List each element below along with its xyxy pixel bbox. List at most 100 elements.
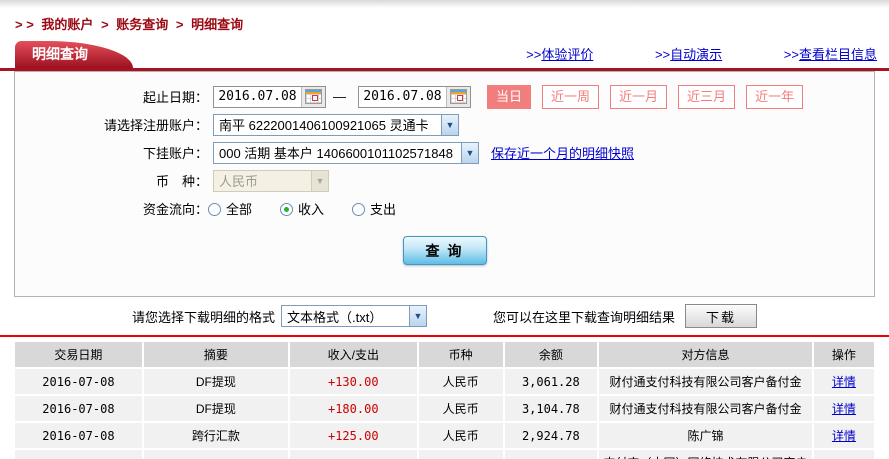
link-prefix: >> (654, 47, 671, 62)
calendar-icon (305, 89, 322, 104)
radio-label: 支出 (370, 202, 397, 217)
cell-balance: 2,924.78 (504, 421, 600, 448)
cell-date: 2016-07-08 (15, 394, 144, 421)
date-range-label: 起止日期： (142, 90, 208, 105)
radio-icon-income-checked[interactable] (280, 203, 294, 216)
link-prefix: >> (783, 47, 799, 62)
cell-currency: 人民币 (418, 421, 505, 448)
quick-button-today[interactable]: 当日 (487, 84, 532, 109)
currency-label: 币 种： (155, 174, 208, 189)
detail-link[interactable]: 详情 (832, 402, 856, 416)
quick-button-last-quarter[interactable]: 近三月 (678, 84, 736, 109)
cell-amount: +125.00 (289, 421, 419, 448)
fund-flow-label: 资金流向： (142, 202, 208, 217)
breadcrumb-item-detail-query[interactable]: 明细查询 (191, 17, 243, 32)
top-links: >>体验评价 >>自动演示 >>查看栏目信息 (468, 44, 877, 63)
detail-link[interactable]: 详情 (832, 429, 856, 443)
registered-account-select[interactable]: 南平 6222001406100921065 灵通卡 ▼ (213, 113, 459, 136)
date-from-calendar-button[interactable] (301, 86, 325, 107)
table-header-row: 交易日期 摘要 收入/支出 币种 余额 对方信息 操作 (15, 342, 874, 367)
tab-detail-query[interactable]: 明细查询 (15, 41, 133, 68)
link-label: 自动演示 (670, 47, 723, 62)
cell-date: 2016-07-08 (15, 448, 144, 459)
currency-row: 币 种： 人民币 ▼ (15, 169, 874, 192)
cell-summary: DF提现 (143, 367, 290, 394)
col-header-currency: 币种 (418, 342, 505, 367)
breadcrumb-separator: > (101, 17, 109, 32)
date-to-group: 2016.07.08 (358, 85, 471, 108)
table-row: 2016-07-08 陈广锦支付宝 +1,235.00 人民币 2,799.78… (15, 448, 874, 459)
cell-summary: 陈广锦支付宝 (143, 448, 290, 459)
registered-account-row: 请选择注册账户： 南平 6222001406100921065 灵通卡 ▼ (15, 113, 874, 136)
radio-option-expense[interactable]: 支出 (352, 199, 396, 218)
breadcrumb-item-account-query[interactable]: 账务查询 (116, 17, 168, 32)
date-range-row: 起止日期： 2016.07.08 — 2016.07.08 当日 近一周 近一月… (15, 84, 874, 109)
cell-date: 2016-07-08 (15, 421, 144, 448)
cell-counterparty: 财付通支付科技有限公司客户备付金 (599, 367, 814, 394)
radio-option-all[interactable]: 全部 (208, 199, 252, 218)
table-row: 2016-07-08 DF提现 +180.00 人民币 3,104.78 财付通… (15, 394, 874, 421)
currency-select-disabled: 人民币 ▼ (213, 169, 329, 192)
currency-value: 人民币 (219, 174, 259, 189)
link-auto-demo[interactable]: >>自动演示 (655, 47, 722, 62)
download-result-label: 您可以在这里下载查询明细结果 (493, 309, 676, 325)
download-button[interactable]: 下载 (685, 304, 758, 328)
top-fade-strip (0, 0, 889, 8)
cell-amount: +130.00 (289, 367, 419, 394)
chevron-down-icon: ▼ (409, 306, 426, 326)
date-to-calendar-button[interactable] (446, 86, 470, 107)
registered-account-value: 南平 6222001406100921065 灵通卡 (219, 118, 429, 133)
radio-option-income[interactable]: 收入 (280, 199, 324, 218)
chevron-down-icon: ▼ (441, 114, 458, 135)
date-from-input[interactable]: 2016.07.08 (214, 89, 301, 104)
table-row: 2016-07-08 跨行汇款 +125.00 人民币 2,924.78 陈广锦… (15, 421, 874, 448)
cell-currency: 人民币 (418, 448, 505, 459)
col-header-date: 交易日期 (15, 342, 144, 367)
cell-amount: +1,235.00 (289, 448, 419, 459)
breadcrumb: > > 我的账户 > 账务查询 > 明细查询 (0, 8, 889, 34)
link-view-column-info[interactable]: >>查看栏目信息 (784, 47, 877, 62)
query-button-row: 查 询 (15, 236, 874, 265)
query-button[interactable]: 查 询 (402, 236, 487, 265)
link-label: 体验评价 (541, 47, 594, 62)
cell-summary: DF提现 (143, 394, 290, 421)
link-experience-rating[interactable]: >>体验评价 (526, 47, 593, 62)
radio-icon-expense[interactable] (352, 203, 366, 216)
query-form-panel: 起止日期： 2016.07.08 — 2016.07.08 当日 近一周 近一月… (14, 71, 875, 297)
quick-button-last-month[interactable]: 近一月 (610, 84, 668, 109)
radio-label: 收入 (298, 202, 325, 217)
quick-button-last-year[interactable]: 近一年 (746, 84, 804, 109)
registered-account-label: 请选择注册账户： (103, 118, 208, 133)
col-header-action: 操作 (813, 342, 874, 367)
download-format-select[interactable]: 文本格式（.txt） ▼ (281, 305, 427, 327)
chevron-down-icon: ▼ (461, 142, 478, 163)
download-format-value: 文本格式（.txt） (287, 309, 383, 325)
panel-tab-bar: 明细查询 >>体验评价 >>自动演示 >>查看栏目信息 (0, 40, 889, 68)
detail-link[interactable]: 详情 (832, 375, 856, 389)
quick-button-last-week[interactable]: 近一周 (542, 84, 600, 109)
sub-account-value: 000 活期 基本户 1406600101102571848 (219, 146, 453, 161)
transaction-table: 交易日期 摘要 收入/支出 币种 余额 对方信息 操作 2016-07-08 D… (15, 342, 874, 459)
link-prefix: >> (526, 47, 542, 62)
calendar-icon (450, 89, 467, 104)
date-separator: — (333, 89, 346, 104)
save-snapshot-link[interactable]: 保存近一个月的明细快照 (491, 143, 634, 162)
cell-currency: 人民币 (418, 394, 505, 421)
cell-counterparty: 财付通支付科技有限公司客户备付金 (599, 394, 814, 421)
radio-icon-all[interactable] (208, 203, 221, 216)
breadcrumb-separator: > (175, 17, 184, 32)
download-row: 请您选择下载明细的格式 文本格式（.txt） ▼ 您可以在这里下载查询明细结果 … (0, 297, 889, 335)
col-header-summary: 摘要 (143, 342, 290, 367)
cell-amount: +180.00 (289, 394, 419, 421)
sub-account-label: 下挂账户： (142, 146, 208, 161)
fund-flow-row: 资金流向： 全部 收入 支出 (15, 197, 874, 220)
sub-account-select[interactable]: 000 活期 基本户 1406600101102571848 ▼ (213, 141, 479, 164)
cell-date: 2016-07-08 (15, 367, 144, 394)
col-header-balance: 余额 (504, 342, 600, 367)
cell-summary: 跨行汇款 (143, 421, 290, 448)
date-to-input[interactable]: 2016.07.08 (359, 89, 446, 104)
breadcrumb-item-my-account[interactable]: 我的账户 (41, 17, 93, 32)
table-top-divider (0, 335, 889, 337)
breadcrumb-prefix: > > (15, 17, 34, 32)
chevron-down-icon: ▼ (311, 170, 328, 191)
